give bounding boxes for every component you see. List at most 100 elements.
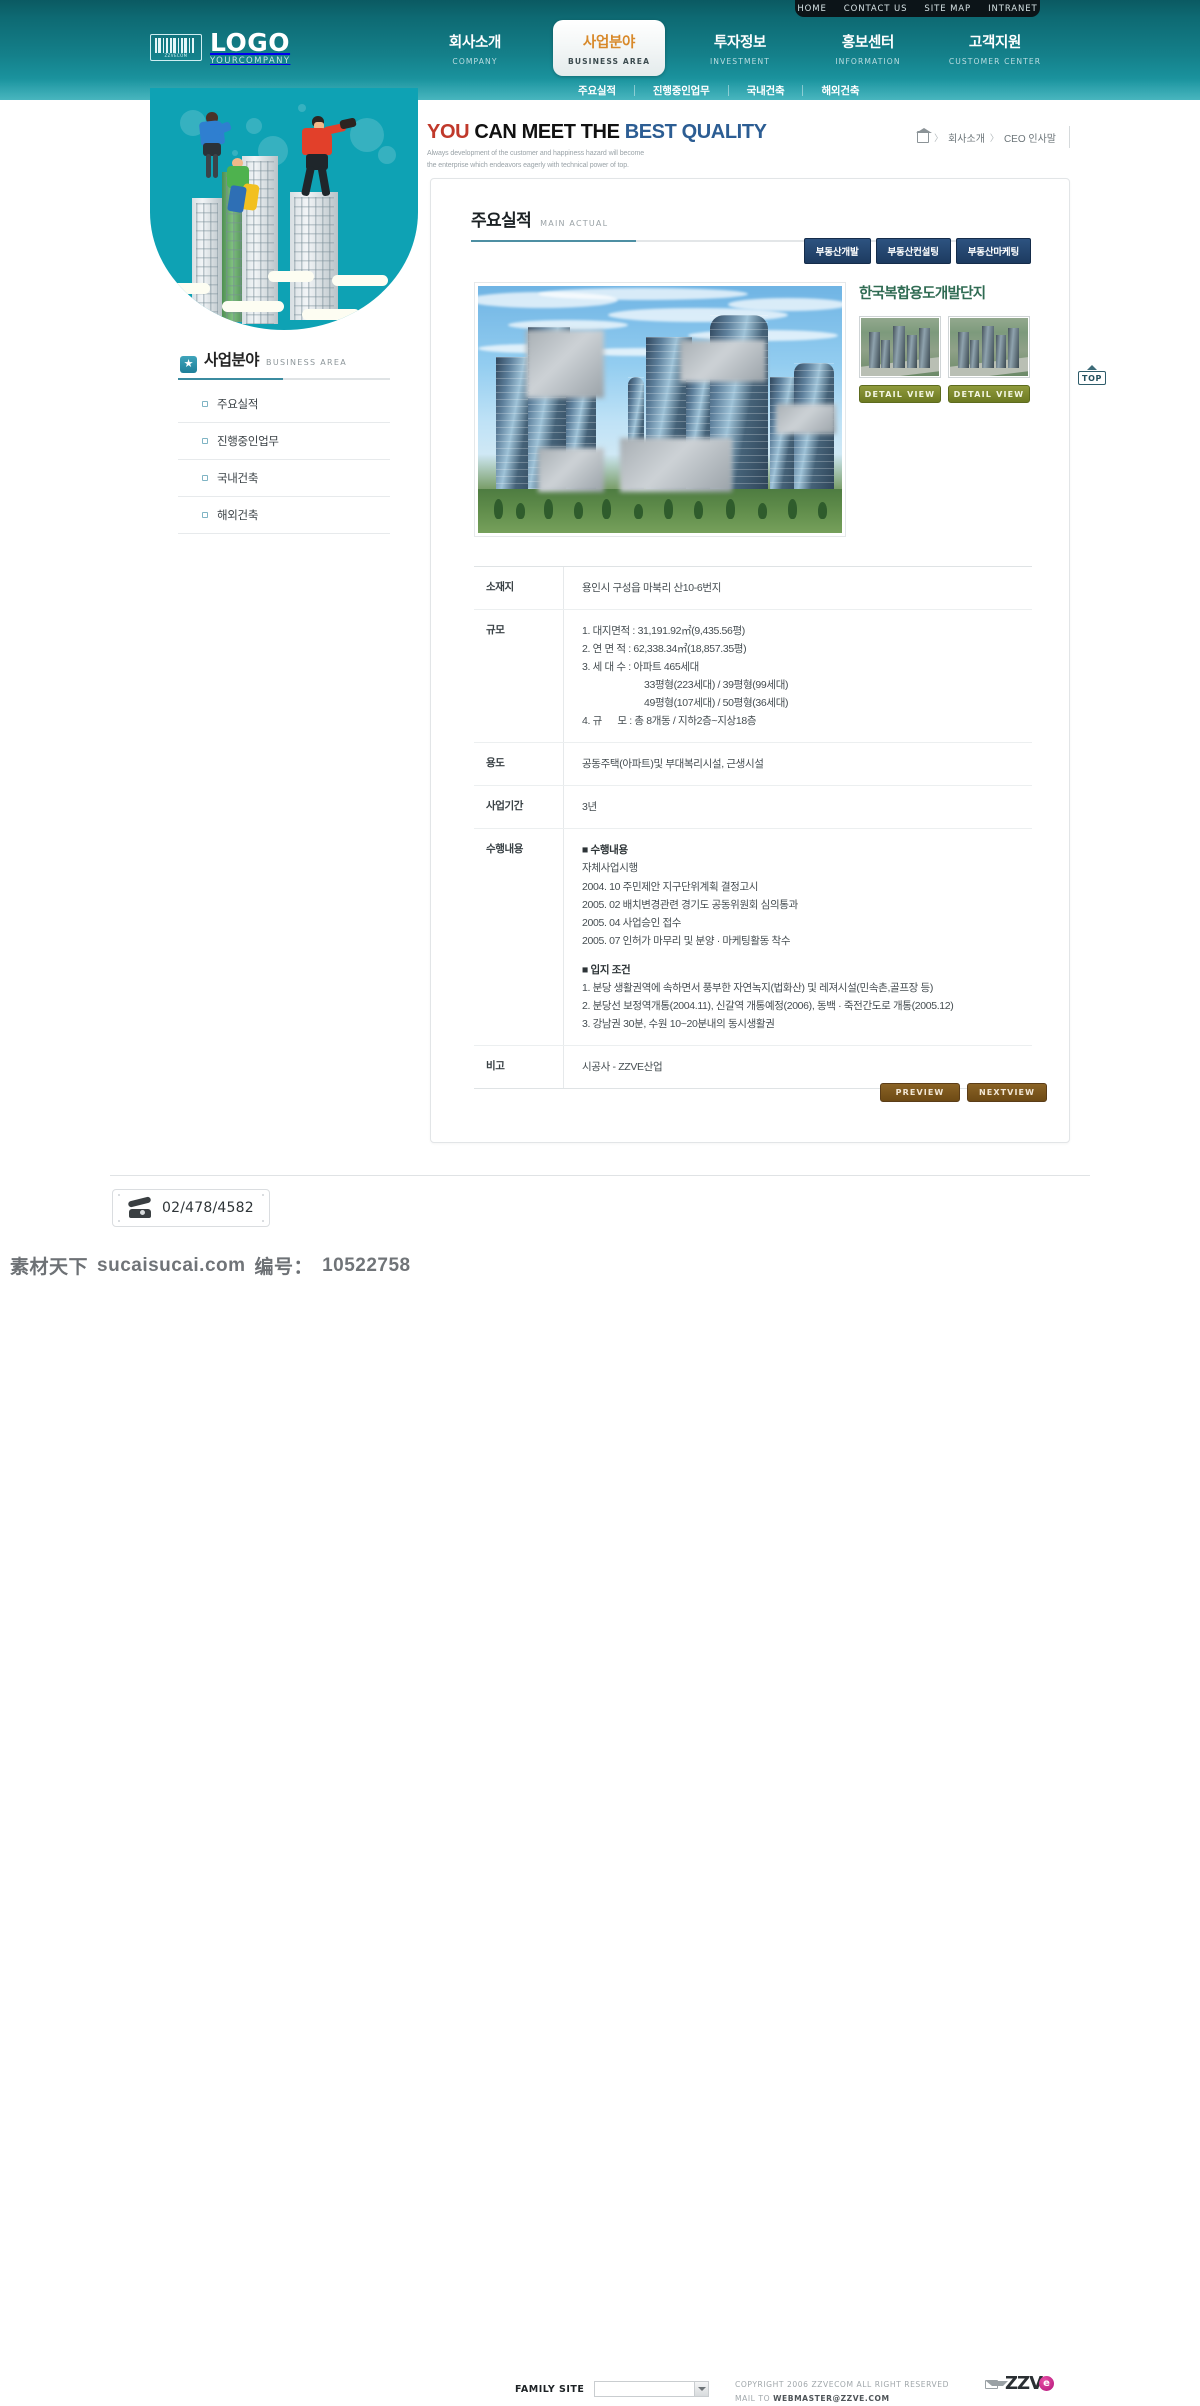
table-cell-line: 공동주택(아파트)및 부대복리시설, 근생시설 [582, 758, 764, 771]
table-row-value: 용인시 구성읍 마북리 산10-6번지 [564, 567, 1032, 609]
scroll-to-top-label: TOP [1078, 371, 1106, 385]
site-logo[interactable]: ZZVECOM LOGO YOURCOMPANY [150, 30, 290, 66]
table-cell-line: ■ 수행내용 [582, 844, 628, 857]
sidebar-item-label: 진행중인업무 [217, 436, 279, 448]
footer-brand-logo: ZZV e [1005, 2373, 1055, 2394]
tab-real-estate-marketing[interactable]: 부동산마케팅 [955, 238, 1031, 264]
nav-item-business-area[interactable]: 사업분야 BUSINESS AREA [553, 20, 665, 76]
tab-real-estate-consulting[interactable]: 부동산컨설팅 [875, 238, 951, 264]
triangle-up-icon [1087, 365, 1097, 370]
breadcrumb-chevron-icon: 〉 [934, 132, 944, 143]
home-icon[interactable] [915, 127, 932, 143]
table-row-label: 소재지 [474, 567, 564, 610]
family-site-dropdown[interactable] [594, 2381, 710, 2397]
breadcrumb-item-current: CEO 인사말 [1003, 133, 1056, 145]
tagline: YOU CAN MEET THE BEST QUALITY Always dev… [427, 122, 767, 172]
detail-view-button-2[interactable]: DETAIL VIEW [948, 385, 1030, 403]
subnav-item-overseas[interactable]: 해외건축 [803, 83, 877, 98]
mail-to-address[interactable]: WEBMASTER@ZZVE.COM [773, 2394, 890, 2403]
sidebar-item-main-actual[interactable]: 주요실적 [178, 386, 390, 422]
barcode-label: ZZVECOM [164, 53, 188, 59]
table-cell-line: 2. 연 면 적 : 62,338.34㎡(18,857.35평) [582, 643, 747, 656]
sidebar-item-ongoing[interactable]: 진행중인업무 [178, 423, 390, 459]
tab-real-estate-development[interactable]: 부동산개발 [803, 238, 871, 264]
project-thumbnail-1[interactable] [859, 316, 941, 378]
image-blur-patch [538, 448, 604, 492]
nav-label-en: INFORMATION [835, 56, 901, 66]
project-thumbnail-2[interactable] [948, 316, 1030, 378]
nav-label-kr: 고객지원 [968, 34, 1022, 51]
illustration-person-red [298, 116, 357, 202]
table-cell-line: 3. 세 대 수 : 아파트 465세대 [582, 661, 699, 674]
table-cell-line: 4. 규 모 : 총 8개동 / 지하2층~지상18층 [582, 715, 757, 728]
phone-number: 02/478/4582 [162, 1200, 254, 1216]
sidebar-item-overseas[interactable]: 해외건축 [178, 497, 390, 533]
subnav-item-domestic[interactable]: 국내건축 [729, 83, 803, 98]
table-row-value: 시공사 - ZZVE산업 [564, 1046, 1032, 1088]
bullet-icon [202, 512, 208, 518]
utility-link-site-map[interactable]: SITE MAP [924, 4, 971, 14]
mail-to-prefix: MAIL TO [735, 2394, 774, 2404]
subnav-item-ongoing[interactable]: 진행중인업무 [635, 83, 728, 98]
preview-button[interactable]: PREVIEW [880, 1083, 960, 1102]
table-cell-line: 2004. 10 주민제안 지구단위계획 결정고시 [582, 880, 759, 893]
table-cell-spacer [582, 950, 1022, 961]
page-title-en: MAIN ACTUAL [540, 219, 609, 228]
breadcrumb-end-divider [1069, 126, 1070, 148]
table-row: 비고 시공사 - ZZVE산업 [474, 1045, 1032, 1088]
nav-label-en: BUSINESS AREA [567, 56, 651, 66]
utility-link-contact-us[interactable]: CONTACT US [844, 4, 908, 14]
tagline-mid: CAN MEET THE [474, 121, 620, 143]
brand-circle-icon: e [1039, 2376, 1055, 2391]
utility-link-intranet[interactable]: INTRANET [988, 4, 1038, 14]
table-cell-line: 자체사업시행 [582, 862, 638, 875]
breadcrumb-chevron-icon: 〉 [989, 132, 999, 143]
utility-link-home[interactable]: HOME [797, 4, 826, 14]
table-row-label: 규모 [474, 610, 564, 743]
star-icon: ★ [180, 356, 197, 373]
sidebar-item-domestic[interactable]: 국내건축 [178, 460, 390, 496]
bullet-icon [202, 438, 208, 444]
subnav-item-main-actual[interactable]: 주요실적 [560, 83, 634, 98]
stock-watermark: 素材天下 sucaisucai.com 编号： 10522758 [10, 1252, 411, 1279]
table-cell-line: 2005. 02 배치변경관련 경기도 공동위원회 심의통과 [582, 898, 798, 911]
list-item: 주요실적 [178, 386, 390, 423]
table-row-label: 수행내용 [474, 829, 564, 1045]
mail-icon[interactable] [985, 2380, 1008, 2389]
table-cell-line: 1. 분당 생활권역에 속하면서 풍부한 자연녹지(법화산) 및 레져시설(민속… [582, 981, 933, 994]
sub-navigation: 주요실적 진행중인업무 국내건축 해외건축 [560, 80, 877, 100]
watermark-site: sucaisucai.com [97, 1254, 246, 1276]
table-cell-line: 2005. 04 사업승인 접수 [582, 916, 682, 929]
nextview-button[interactable]: NEXTVIEW [967, 1083, 1047, 1102]
table-row: 사업기간 3년 [474, 786, 1032, 830]
list-item: 진행중인업무 [178, 423, 390, 460]
nav-item-information[interactable]: 홍보센터 INFORMATION [813, 22, 923, 74]
table-cell-line: 1. 대지면적 : 31,191.92㎡(9,435.56평) [582, 625, 745, 638]
table-cell-line: 3. 강남권 30분, 수원 10~20분내의 동시생활권 [582, 1017, 775, 1030]
barcode-icon: ZZVECOM [150, 34, 202, 62]
image-blur-patch [620, 438, 732, 492]
sidebar-divider [178, 378, 390, 380]
nav-item-customer-center[interactable]: 고객지원 CUSTOMER CENTER [940, 22, 1050, 74]
table-row-value: ■ 수행내용 자체사업시행 2004. 10 주민제안 지구단위계획 결정고시 … [564, 829, 1032, 1044]
table-row: 규모 1. 대지면적 : 31,191.92㎡(9,435.56평) 2. 연 … [474, 610, 1032, 744]
breadcrumb-item-company[interactable]: 회사소개 [948, 130, 985, 145]
table-row-label: 비고 [474, 1045, 564, 1088]
detail-view-button-1[interactable]: DETAIL VIEW [859, 385, 941, 403]
hero-illustration [150, 88, 418, 330]
nav-label-kr: 회사소개 [448, 34, 502, 51]
list-item: 해외건축 [178, 497, 390, 534]
table-cell-line: 33평형(223세대) / 39평형(99세대) [644, 679, 789, 692]
bullet-icon [202, 401, 208, 407]
sidebar-menu: 주요실적 진행중인업무 국내건축 해외건축 [178, 386, 390, 534]
table-cell-line: 2005. 07 인허가 마무리 및 분양 · 마케팅활동 착수 [582, 934, 791, 947]
page-title-band: YOU CAN MEET THE BEST QUALITY Always dev… [420, 112, 1080, 174]
nav-item-investment[interactable]: 투자정보 INVESTMENT [685, 22, 795, 74]
project-detail-table: 소재지 용인시 구성읍 마북리 산10-6번지 규모 1. 대지면적 : 31,… [474, 566, 1032, 1089]
nav-item-company[interactable]: 회사소개 COMPANY [420, 22, 530, 74]
table-cell-line: 용인시 구성읍 마북리 산10-6번지 [582, 582, 722, 594]
scroll-to-top-button[interactable]: TOP [1078, 365, 1106, 385]
nav-label-kr: 홍보센터 [841, 34, 895, 51]
detail-view-buttons: DETAIL VIEW DETAIL VIEW [859, 385, 1031, 403]
nav-label-kr: 투자정보 [713, 34, 767, 51]
